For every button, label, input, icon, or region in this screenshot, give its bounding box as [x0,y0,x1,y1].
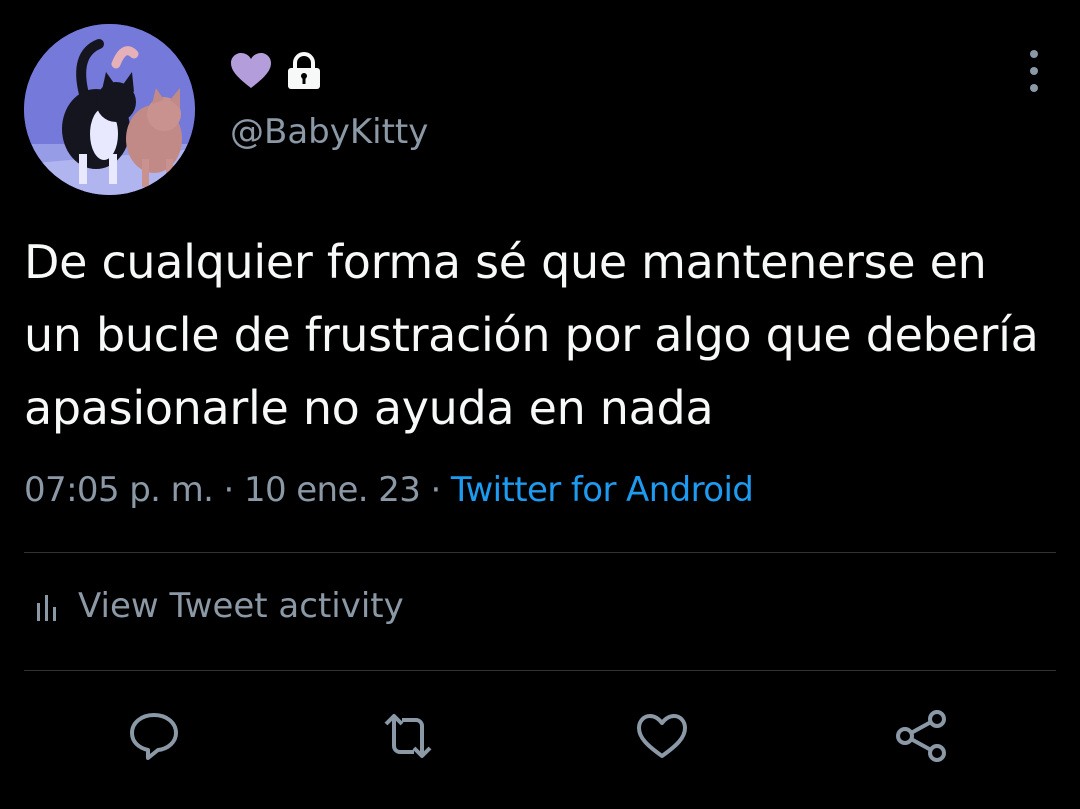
tweet-time[interactable]: 07:05 p. m. [24,470,214,510]
display-name[interactable] [230,52,322,90]
tweet-metadata: 07:05 p. m. · 10 ene. 23 · Twitter for A… [24,470,754,510]
more-options-icon[interactable] [1020,50,1048,92]
separator: · [420,470,451,510]
tweet-action-bar [0,700,1080,770]
view-tweet-activity-button[interactable]: View Tweet activity [36,586,404,626]
tweet-date[interactable]: 10 ene. 23 [244,470,421,510]
separator: · [213,470,244,510]
lock-icon [288,52,320,89]
divider [24,552,1056,553]
avatar-image [24,24,195,195]
purple-heart-icon [231,53,271,88]
share-icon[interactable] [893,708,949,764]
user-handle[interactable]: @BabyKitty [230,112,428,152]
divider [24,670,1056,671]
reply-icon[interactable] [126,708,182,764]
bar-chart-icon [37,595,56,621]
avatar[interactable] [24,24,195,195]
tweet-text: De cualquier forma sé que mantenerse en … [24,235,1039,435]
activity-label: View Tweet activity [78,586,404,626]
like-icon[interactable] [634,708,690,764]
tweet-source-link[interactable]: Twitter for Android [451,470,754,510]
retweet-icon[interactable] [380,708,436,764]
